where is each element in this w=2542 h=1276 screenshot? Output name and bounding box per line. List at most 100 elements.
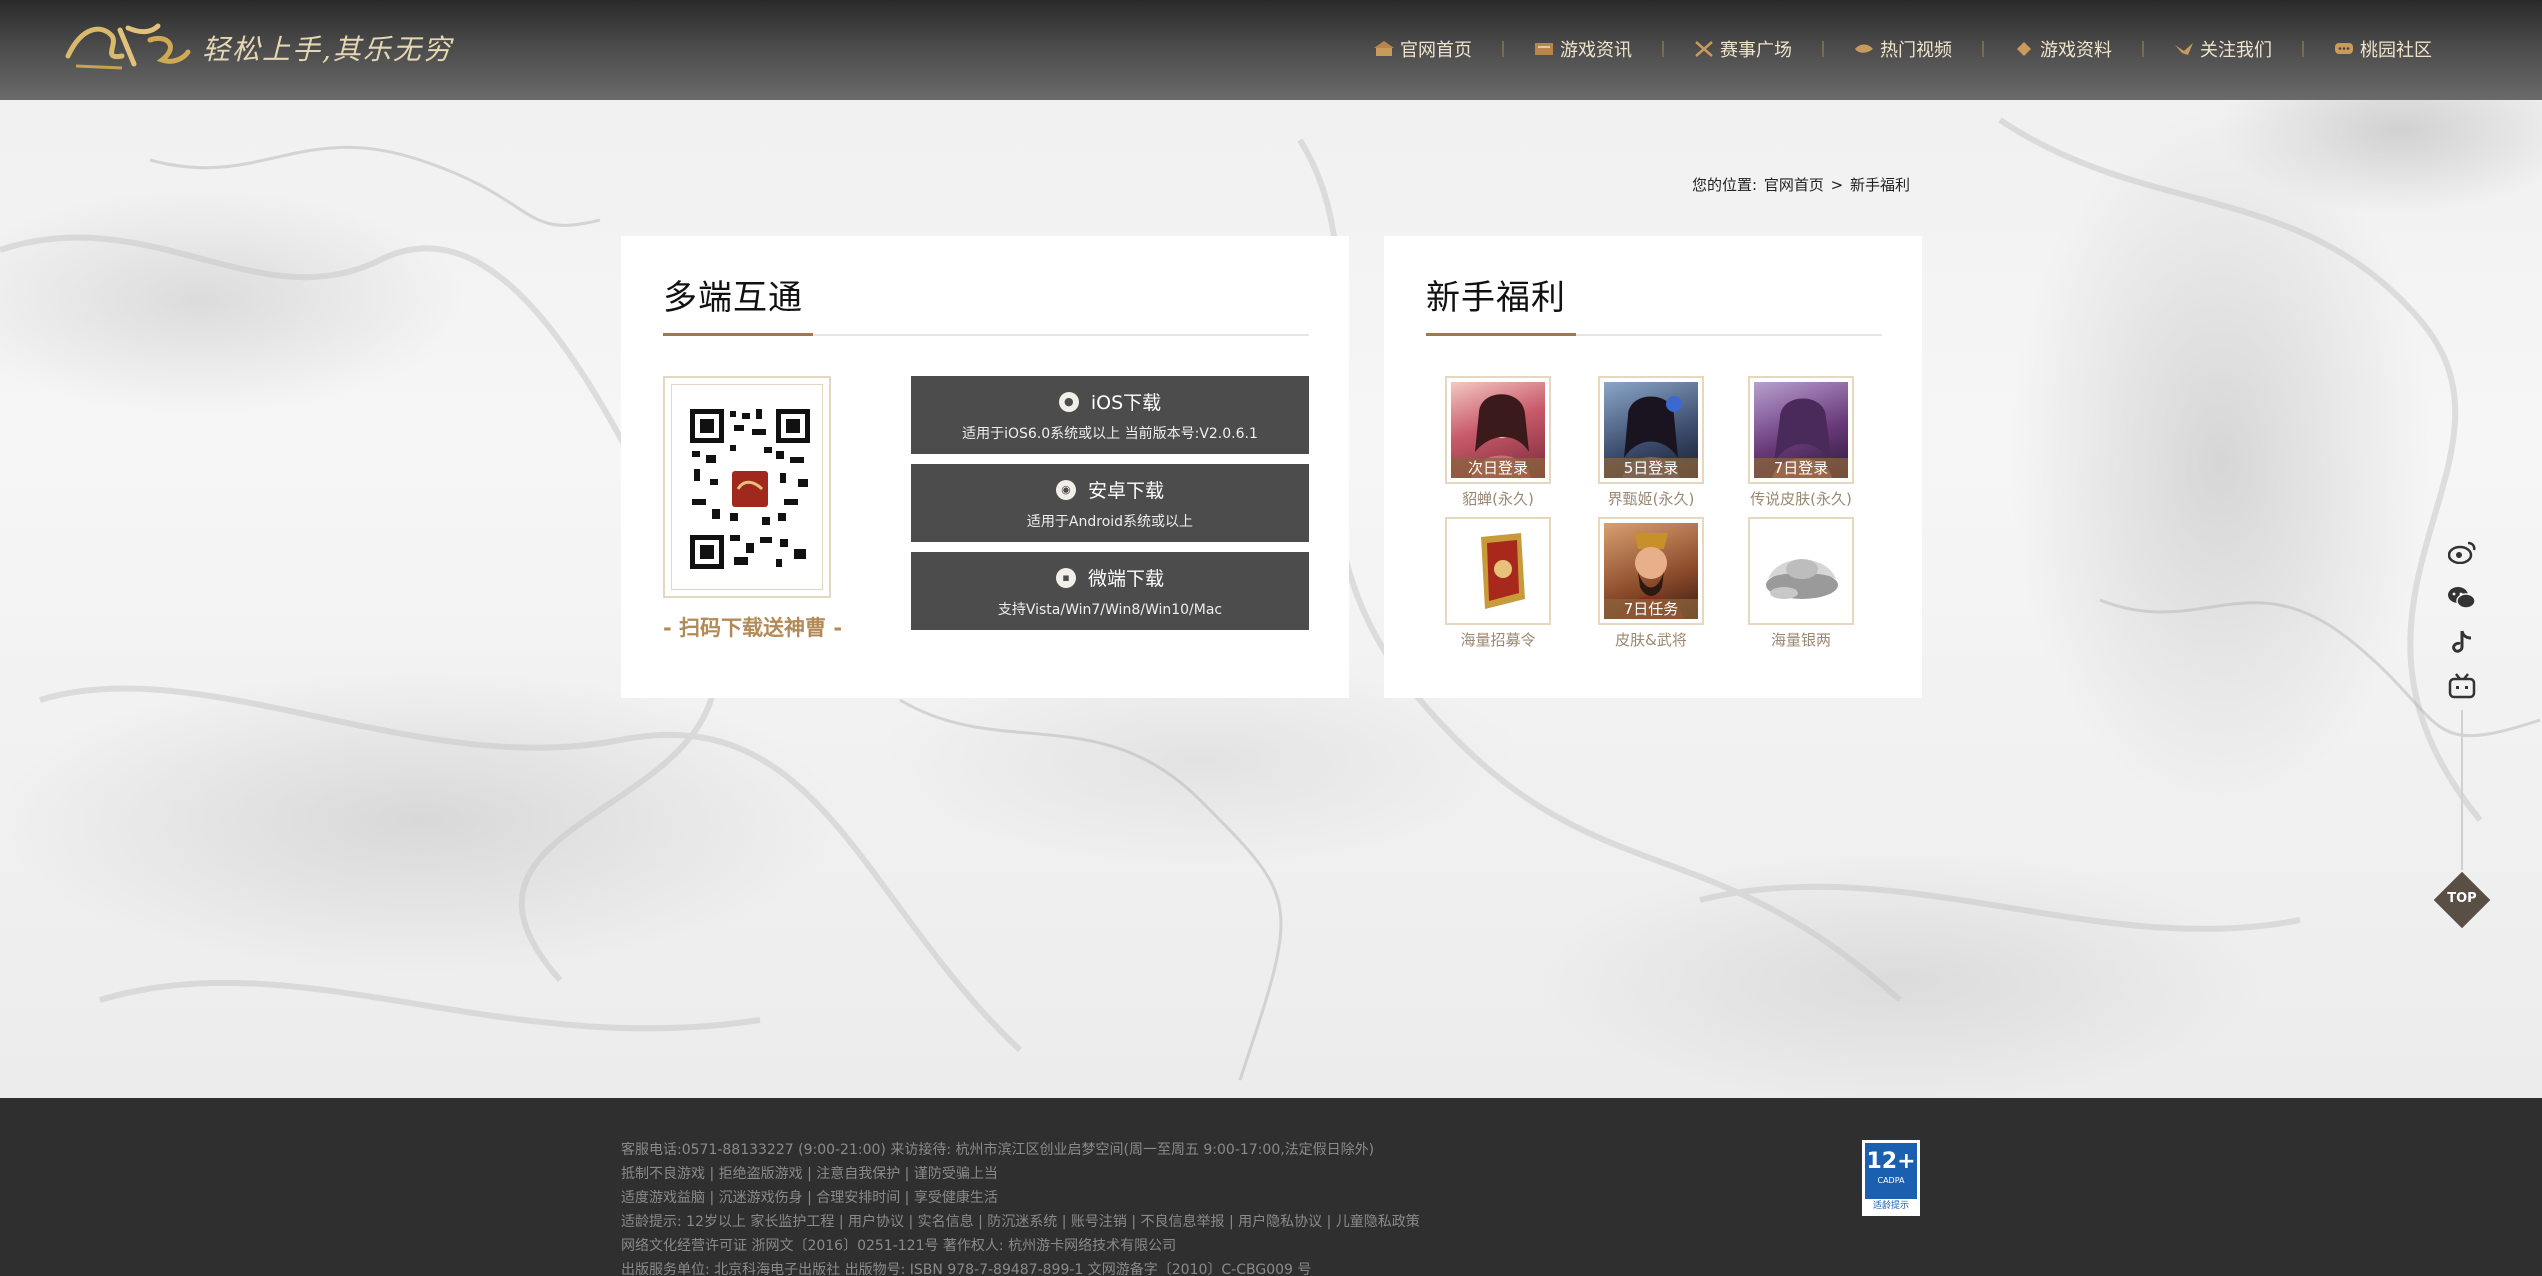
reward-label: 传说皮肤(永久) (1750, 490, 1852, 508)
reward-image (1754, 523, 1848, 619)
footer-line: 抵制不良游戏 | 拒绝盗版游戏 | 注意自我保护 | 谨防受骗上当 (621, 1166, 998, 1182)
reward-image: 次日登录 (1451, 382, 1545, 478)
recruit-token-icon (1481, 533, 1525, 609)
reward-item[interactable]: 5日登录 界甄姬(永久) (1597, 376, 1705, 509)
button-title: 安卓下载 (1087, 480, 1164, 502)
title-accent (663, 333, 813, 336)
nav-divider (2302, 41, 2304, 57)
breadcrumb-separator: > (1830, 176, 1844, 194)
back-to-top-label: TOP (2447, 891, 2477, 906)
nav-label: 桃园社区 (2360, 40, 2432, 61)
reward-item[interactable]: 7日登录 传说皮肤(永久) (1747, 376, 1855, 509)
site-footer (0, 1098, 2542, 1276)
nav-item-videos[interactable]: 热门视频 (1854, 36, 1952, 62)
reward-tag: 7日任务 (1604, 599, 1698, 619)
qr-code (671, 384, 823, 590)
nav-divider (1502, 41, 1504, 57)
pc-download-button[interactable]: ▪ 微端下载 支持Vista/Win7/Win8/Win10/Mac (911, 552, 1309, 630)
breadcrumb: 您的位置: 官网首页 > 新手福利 (1692, 174, 1912, 195)
reward-image: 7日任务 (1604, 523, 1698, 619)
nav-item-community[interactable]: 桃园社区 (2334, 36, 2432, 62)
weibo-icon[interactable] (2444, 534, 2480, 570)
reward-item[interactable]: 7日任务 皮肤&武将 (1597, 517, 1705, 650)
nav-label: 热门视频 (1880, 40, 1952, 61)
site-header: 轻松上手,其乐无穷 官网首页 游戏资讯 赛事广场 热门视频 游戏资料 关注我们 … (0, 0, 2542, 100)
breadcrumb-prefix: 您的位置: (1692, 176, 1758, 194)
reward-tag: 5日登录 (1604, 458, 1698, 478)
button-desc: 支持Vista/Win7/Win8/Win10/Mac (997, 602, 1223, 618)
reward-image (1451, 523, 1545, 619)
reward-image: 5日登录 (1604, 382, 1698, 478)
android-icon: ◉ (1055, 479, 1076, 500)
reward-frame (1748, 517, 1854, 625)
button-title: 微端下载 (1087, 568, 1164, 590)
bird-icon (2174, 41, 2194, 57)
reward-label: 界甄姬(永久) (1607, 490, 1695, 508)
nav-item-events[interactable]: 赛事广场 (1694, 36, 1792, 62)
age-rating-tip: 适龄提示 (1865, 1199, 1917, 1213)
android-download-button[interactable]: ◉ 安卓下载 适用于Android系统或以上 (911, 464, 1309, 542)
nav-label: 官网首页 (1400, 40, 1472, 61)
button-desc: 适用于Android系统或以上 (1026, 514, 1194, 530)
silver-ingot-icon (1766, 559, 1838, 599)
nav-divider (2142, 41, 2144, 57)
rewards-panel-title: 新手福利 (1426, 278, 1566, 318)
nav-label: 游戏资料 (2040, 40, 2112, 61)
age-rating-badge: 12+ CADPA 适龄提示 (1862, 1140, 1920, 1216)
footer-line: 网络文化经营许可证 浙网文〔2016〕0251-121号 著作权人: 杭州游卡网… (621, 1238, 1177, 1254)
title-divider (1426, 333, 1882, 336)
download-panel-title: 多端互通 (663, 278, 803, 318)
ios-download-button[interactable]: ● iOS下载 适用于iOS6.0系统或以上 当前版本号:V2.0.6.1 (911, 376, 1309, 454)
qr-code-frame (663, 376, 831, 598)
nav-label: 游戏资讯 (1560, 40, 1632, 61)
nav-item-news[interactable]: 游戏资讯 (1534, 36, 1632, 62)
title-divider (663, 333, 1309, 336)
reward-label: 貂蝉(永久) (1462, 490, 1534, 508)
reward-item[interactable]: 次日登录 貂蝉(永久) (1444, 376, 1552, 509)
download-panel: 多端互通 - 扫码下载送神曹 - ● iOS下载 适用于iOS6.0系统或以上 … (621, 236, 1349, 698)
footer-line: 客服电话:0571-88133227 (9:00-21:00) 来访接待: 杭州… (621, 1142, 1375, 1158)
main-nav: 官网首页 游戏资讯 赛事广场 热门视频 游戏资料 关注我们 桃园社区 (1374, 36, 2432, 62)
age-rating-org: CADPA (1877, 1176, 1905, 1185)
wechat-icon[interactable] (2444, 580, 2480, 616)
nav-label: 赛事广场 (1720, 40, 1792, 61)
qr-caption: - 扫码下载送神曹 - (663, 616, 843, 640)
video-icon (1854, 41, 1874, 57)
nav-divider (1662, 41, 1664, 57)
reward-item[interactable]: 海量银两 (1747, 517, 1855, 650)
reward-frame: 5日登录 (1598, 376, 1704, 484)
breadcrumb-current: 新手福利 (1850, 176, 1911, 194)
footer-line: 出版服务单位: 北京科海电子出版社 出版物号: ISBN 978-7-89487… (621, 1262, 1312, 1276)
age-rating-number: 12+ (1866, 1149, 1916, 1174)
reward-frame: 次日登录 (1445, 376, 1551, 484)
reward-label: 海量银两 (1770, 631, 1831, 649)
logo-emblem-icon (65, 23, 191, 70)
nav-item-home[interactable]: 官网首页 (1374, 36, 1472, 62)
button-title: iOS下载 (1090, 392, 1162, 414)
reward-tag: 7日登录 (1754, 458, 1848, 478)
side-divider (2461, 710, 2463, 870)
logo[interactable] (62, 16, 192, 76)
nav-label: 关注我们 (2200, 40, 2272, 61)
qr-code-icon (690, 409, 810, 569)
footer-line: 适度游戏益脑 | 沉迷游戏伤身 | 合理安排时间 | 享受健康生活 (621, 1190, 998, 1206)
reward-frame: 7日登录 (1748, 376, 1854, 484)
book-icon (2014, 41, 2034, 57)
reward-image: 7日登录 (1754, 382, 1848, 478)
footer-links[interactable]: 适龄提示: 12岁以上 家长监护工程 | 用户协议 | 实名信息 | 防沉迷系统… (621, 1211, 1420, 1231)
home-icon (1374, 41, 1394, 57)
swords-icon (1694, 41, 1714, 57)
douyin-icon[interactable] (2444, 624, 2480, 660)
breadcrumb-home-link[interactable]: 官网首页 (1764, 176, 1824, 194)
nav-item-guide[interactable]: 游戏资料 (2014, 36, 2112, 62)
reward-label: 海量招募令 (1460, 631, 1536, 649)
news-icon (1534, 41, 1554, 57)
button-desc: 适用于iOS6.0系统或以上 当前版本号:V2.0.6.1 (962, 426, 1258, 442)
bilibili-icon[interactable] (2444, 668, 2480, 704)
reward-item[interactable]: 海量招募令 (1444, 517, 1552, 650)
nav-item-follow[interactable]: 关注我们 (2174, 36, 2272, 62)
reward-label: 皮肤&武将 (1615, 631, 1687, 649)
title-accent (1426, 333, 1576, 336)
reward-frame: 7日任务 (1598, 517, 1704, 625)
apple-icon: ● (1058, 391, 1079, 412)
